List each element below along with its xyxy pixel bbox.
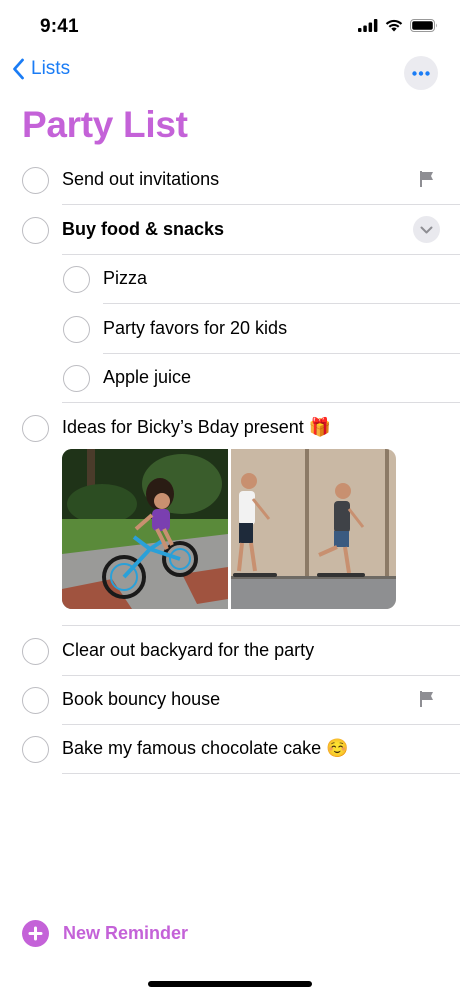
complete-checkbox[interactable]: [22, 217, 49, 244]
reminder-text: Ideas for Bicky’s Bday present: [62, 417, 304, 437]
battery-icon: [410, 19, 437, 32]
status-bar: 9:41: [0, 0, 460, 54]
status-time: 9:41: [40, 16, 79, 37]
reminder-label: Book bouncy house: [62, 689, 221, 709]
smile-emoji: ☺️: [326, 738, 349, 758]
nav-bar: Lists: [0, 56, 460, 94]
reminder-label: Ideas for Bicky’s Bday present 🎁: [62, 417, 331, 438]
more-button[interactable]: [404, 56, 438, 90]
complete-checkbox[interactable]: [63, 365, 90, 392]
photo-attachments: [62, 449, 396, 609]
reminder-label: Apple juice: [103, 367, 192, 387]
reminder-text: Bake my famous chocolate cake: [62, 738, 322, 758]
new-reminder-label: New Reminder: [63, 923, 189, 943]
reminder-row[interactable]: Bake my famous chocolate cake ☺️: [0, 724, 460, 774]
complete-checkbox[interactable]: [22, 736, 49, 763]
reminder-label: Bake my famous chocolate cake ☺️: [62, 738, 349, 759]
flag-icon: [420, 691, 433, 707]
chevron-down-icon: [420, 226, 433, 233]
gift-emoji: 🎁: [308, 417, 332, 437]
complete-checkbox[interactable]: [22, 167, 49, 194]
divider: [62, 773, 460, 774]
reminder-label: Buy food & snacks: [62, 219, 225, 239]
home-indicator[interactable]: [148, 981, 312, 987]
reminder-row[interactable]: Send out invitations: [0, 155, 460, 205]
page-title: Party List: [22, 104, 188, 145]
back-button[interactable]: Lists: [12, 58, 70, 80]
complete-checkbox[interactable]: [22, 687, 49, 714]
subtask-row[interactable]: Apple juice: [0, 353, 460, 403]
reminder-row[interactable]: Buy food & snacks: [0, 205, 460, 255]
back-label: Lists: [31, 58, 71, 79]
chevron-left-icon: [13, 58, 24, 80]
status-icons: [358, 19, 438, 32]
wifi-icon: [385, 19, 403, 32]
new-reminder-button[interactable]: New Reminder: [22, 920, 188, 947]
reminder-label: Send out invitations: [62, 169, 220, 189]
signal-icon: [358, 19, 378, 32]
plus-circle-icon: [22, 920, 49, 947]
reminder-row[interactable]: Clear out backyard for the party: [0, 626, 460, 676]
subtask-row[interactable]: Pizza: [0, 254, 460, 304]
subtask-row[interactable]: Party favors for 20 kids: [0, 304, 460, 354]
complete-checkbox[interactable]: [63, 266, 90, 293]
complete-checkbox[interactable]: [63, 316, 90, 343]
more-icon: [412, 70, 430, 76]
complete-checkbox[interactable]: [22, 415, 49, 442]
reminder-label: Pizza: [103, 268, 148, 288]
reminder-row[interactable]: Book bouncy house: [0, 675, 460, 725]
reminder-label: Party favors for 20 kids: [103, 318, 288, 338]
flag-icon: [420, 171, 433, 187]
photo-girl-on-bike[interactable]: [62, 449, 228, 609]
reminder-label: Clear out backyard for the party: [62, 640, 315, 660]
collapse-subtasks-button[interactable]: [413, 216, 440, 243]
photo-boys-skateboarding[interactable]: [231, 449, 396, 609]
complete-checkbox[interactable]: [22, 638, 49, 665]
